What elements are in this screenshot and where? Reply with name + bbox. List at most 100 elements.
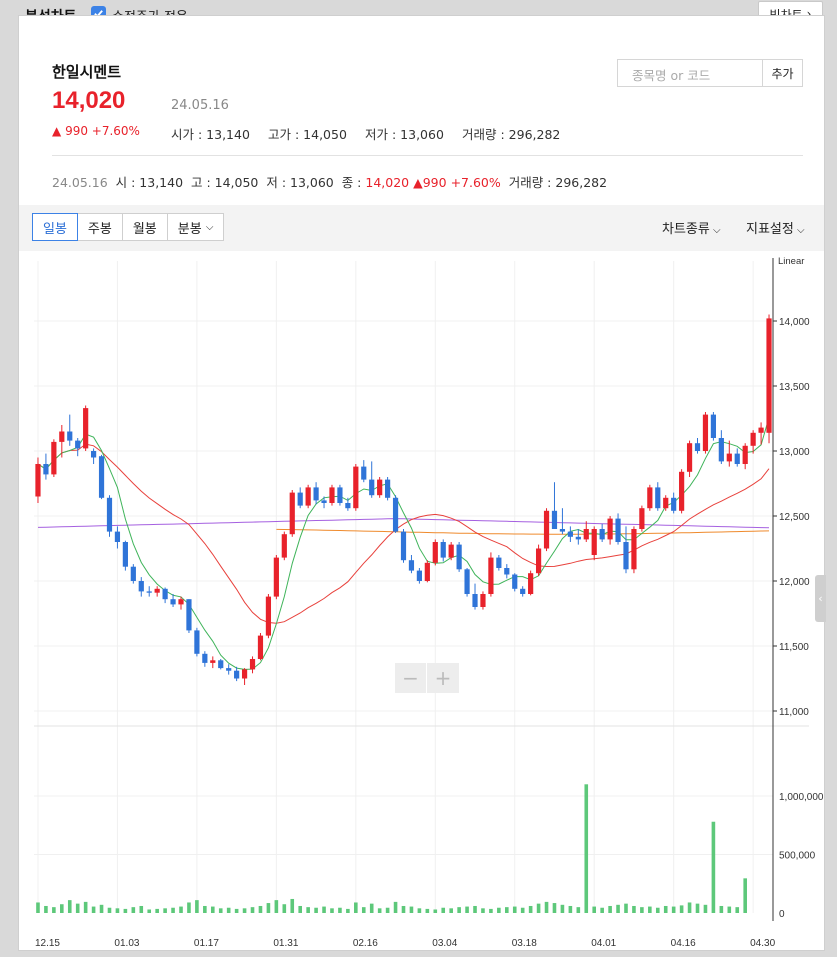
x-tick-label: 03.18 bbox=[512, 938, 537, 949]
tab-minute[interactable]: 분봉 ⌵ bbox=[166, 213, 225, 241]
candle bbox=[472, 594, 478, 607]
candle bbox=[353, 466, 359, 509]
tab-monthly[interactable]: 월봉 bbox=[121, 213, 168, 241]
price-tick-label: 12,000 bbox=[779, 577, 810, 588]
volume-bar bbox=[711, 821, 716, 913]
indicator-settings-dropdown[interactable]: 지표설정 ⌵ bbox=[746, 218, 805, 237]
up-arrow-icon: ▲ bbox=[413, 175, 423, 190]
x-tick-label: 04.01 bbox=[591, 938, 616, 949]
volume-bar bbox=[552, 903, 557, 913]
candle bbox=[758, 427, 764, 433]
volume-tick-label: 0 bbox=[779, 909, 785, 920]
candle bbox=[337, 487, 343, 503]
candle bbox=[385, 479, 391, 498]
price-tick-label: 11,000 bbox=[779, 707, 809, 718]
x-tick-label: 04.16 bbox=[671, 938, 696, 949]
volume-bar bbox=[266, 903, 271, 913]
volume-bar bbox=[218, 908, 223, 913]
volume: 거래량 : 296,282 bbox=[462, 127, 561, 142]
volume-bar bbox=[640, 907, 644, 913]
stock-search-input[interactable]: 종목명 or 코드 bbox=[617, 59, 763, 87]
volume-bar bbox=[441, 907, 446, 913]
volume-bar bbox=[226, 907, 231, 913]
candle bbox=[655, 487, 661, 509]
zoom-out-button[interactable]: − bbox=[395, 663, 427, 693]
volume-bar bbox=[536, 903, 541, 913]
stock-chart[interactable]: Linear 14,000 13,500 13,000 12,500 12,000 11,5… bbox=[19, 256, 824, 951]
candle bbox=[297, 492, 303, 506]
volume-bar bbox=[528, 905, 533, 913]
zoom-in-button[interactable]: + bbox=[427, 663, 459, 693]
volume-bar bbox=[115, 908, 120, 913]
volume-bar bbox=[99, 904, 104, 913]
price-tick-label: 11,500 bbox=[779, 642, 809, 653]
candle bbox=[679, 471, 685, 511]
tab-daily[interactable]: 일봉 bbox=[32, 213, 78, 241]
chart-type-dropdown[interactable]: 차트종류 ⌵ bbox=[662, 218, 721, 237]
volume-bar bbox=[425, 908, 430, 913]
volume-bar bbox=[608, 905, 612, 913]
candle bbox=[83, 408, 89, 449]
candle bbox=[186, 599, 192, 631]
candle bbox=[567, 531, 573, 537]
volume-bar bbox=[67, 900, 72, 913]
candle bbox=[591, 529, 597, 555]
volume-bar bbox=[187, 902, 191, 913]
candle bbox=[154, 588, 160, 593]
volume-bar bbox=[401, 905, 406, 913]
candle bbox=[663, 497, 669, 509]
add-stock-button[interactable]: 추가 bbox=[763, 59, 803, 87]
volume-bar bbox=[203, 905, 207, 913]
candle bbox=[583, 529, 589, 540]
x-tick-label: 02.16 bbox=[353, 938, 378, 949]
period-tabs: 일봉 주봉 월봉 분봉 ⌵ bbox=[32, 213, 225, 241]
volume-bar bbox=[624, 903, 628, 913]
candle bbox=[551, 510, 558, 529]
side-panel-toggle[interactable]: ‹ bbox=[815, 575, 826, 622]
volume-bar bbox=[274, 900, 279, 913]
price-tick-label: 13,500 bbox=[779, 382, 810, 393]
up-arrow-icon: ▲ bbox=[52, 124, 62, 138]
volume-bar bbox=[417, 908, 422, 913]
candle bbox=[575, 536, 581, 540]
volume-bar bbox=[155, 908, 159, 913]
candle bbox=[369, 479, 375, 496]
candle bbox=[265, 596, 272, 636]
volume-bar bbox=[520, 907, 525, 913]
candle bbox=[75, 440, 81, 449]
volume-bar bbox=[655, 907, 660, 913]
candle bbox=[750, 432, 756, 446]
candle bbox=[114, 531, 121, 542]
ohlc-summary: 24.05.16 시 : 13,140 고 : 14,050 저 : 13,06… bbox=[52, 172, 607, 191]
candle bbox=[631, 529, 637, 570]
volume-bar bbox=[36, 902, 40, 913]
summary-high: 고 : 14,050 bbox=[190, 175, 259, 190]
candle bbox=[313, 487, 319, 501]
volume-bar bbox=[75, 903, 80, 913]
volume-bar bbox=[52, 907, 56, 913]
candle bbox=[599, 529, 605, 540]
x-tick-label: 03.04 bbox=[432, 938, 457, 949]
volume-bar bbox=[560, 904, 565, 913]
candle bbox=[416, 570, 422, 581]
x-tick-label: 12.15 bbox=[35, 938, 60, 949]
candle bbox=[440, 542, 446, 558]
summary-close-label: 종 : bbox=[341, 175, 366, 190]
volume-bar bbox=[179, 906, 183, 913]
volume-bar bbox=[306, 907, 310, 913]
divider bbox=[52, 155, 803, 156]
volume-bar bbox=[473, 905, 477, 913]
volume-bar bbox=[703, 904, 708, 913]
volume-bar bbox=[735, 907, 740, 913]
volume-bar bbox=[330, 908, 334, 913]
chevron-left-icon: ‹ bbox=[818, 592, 823, 605]
candle bbox=[249, 659, 256, 670]
volume-bar bbox=[377, 908, 382, 913]
tab-weekly[interactable]: 주봉 bbox=[76, 213, 123, 241]
volume-bar bbox=[234, 908, 239, 913]
volume-bar bbox=[648, 906, 652, 913]
volume-bar bbox=[679, 905, 684, 913]
candle bbox=[289, 492, 295, 535]
candle bbox=[98, 456, 105, 498]
candle bbox=[559, 529, 566, 532]
